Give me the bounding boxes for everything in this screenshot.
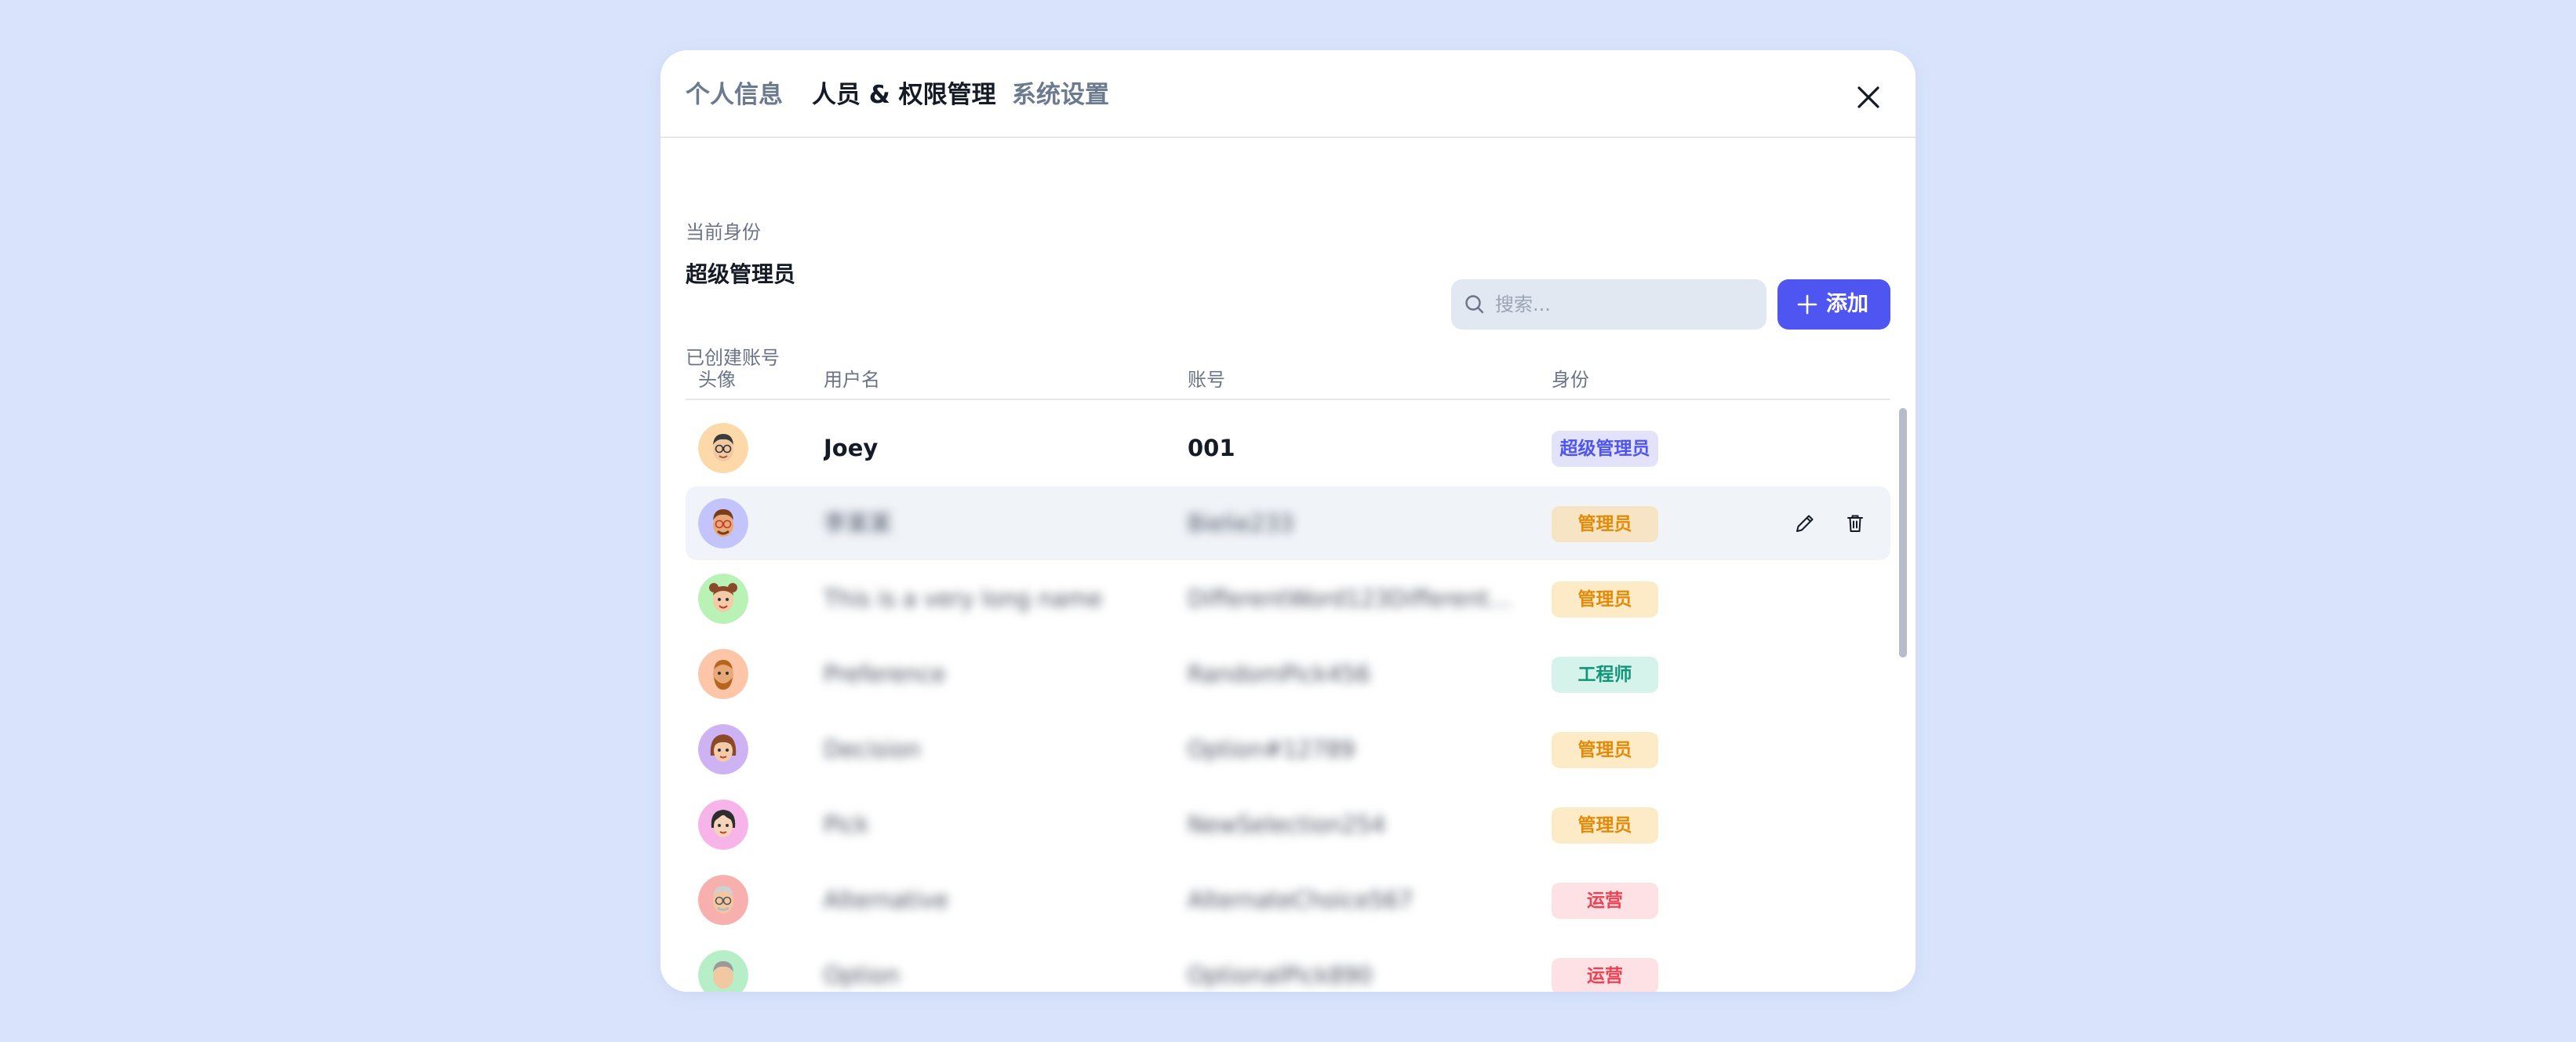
tab-bar: 个人信息 人员 & 权限管理 系统设置: [660, 50, 1916, 138]
avatar: [698, 950, 748, 992]
table-row[interactable]: Alternative AlternateChoice567 运营: [686, 863, 1890, 937]
account-id: DifferentWord123DifferentWord: [1188, 585, 1525, 612]
avatar: [698, 649, 748, 699]
account-id: AlternateChoice567: [1188, 887, 1414, 913]
role-badge: 运营: [1552, 958, 1658, 992]
username: This is a very long name: [824, 585, 1103, 612]
edit-button[interactable]: [1792, 510, 1818, 537]
username: Preference: [824, 661, 946, 687]
role-badge: 超级管理员: [1552, 431, 1658, 467]
account-id: Bielie233: [1188, 510, 1294, 537]
role-badge: 管理员: [1552, 732, 1658, 768]
scrollbar-thumb[interactable]: [1899, 408, 1907, 658]
table-row[interactable]: 李某某 Bielie233 管理员: [686, 486, 1890, 560]
account-id: 001: [1188, 435, 1235, 461]
avatar: [698, 574, 748, 624]
column-avatar: 头像: [698, 369, 736, 391]
current-role-label: 当前身份: [686, 221, 761, 243]
username: Alternative: [824, 887, 949, 913]
avatar-memoji-icon: [698, 423, 748, 473]
avatar-memoji-icon: [698, 875, 748, 925]
account-id: OptionalPick890: [1188, 962, 1373, 989]
tab-personal-info[interactable]: 个人信息: [686, 75, 783, 115]
table-row[interactable]: Preference RandomPick456 工程师: [686, 637, 1890, 711]
search-input[interactable]: [1495, 279, 1754, 330]
column-role: 身份: [1552, 369, 1589, 391]
table-row[interactable]: Decision Option#12789 管理员: [686, 712, 1890, 786]
username: Decision: [824, 736, 921, 763]
search-box[interactable]: [1451, 279, 1766, 330]
column-username: 用户名: [824, 369, 880, 391]
role-badge: 管理员: [1552, 581, 1658, 618]
current-role-value: 超级管理员: [686, 261, 796, 287]
username: Option: [824, 962, 900, 989]
role-badge: 管理员: [1552, 807, 1658, 843]
table-scrollbar[interactable]: [1897, 403, 1909, 662]
account-id: Option#12789: [1188, 736, 1355, 763]
search-icon: [1465, 295, 1484, 314]
account-id: NewSelection254: [1188, 811, 1386, 838]
account-table-body: Joey 001 超级管理员 李某某 Bielie233 管理员 This is…: [686, 411, 1890, 992]
add-button-label: 添加: [1826, 292, 1868, 316]
table-row[interactable]: Option OptionalPick890 运营: [686, 938, 1890, 992]
table-row[interactable]: This is a very long name DifferentWord12…: [686, 562, 1890, 636]
tab-system-settings[interactable]: 系统设置: [1012, 75, 1109, 115]
avatar-memoji-icon: [698, 724, 748, 774]
role-badge: 管理员: [1552, 506, 1658, 542]
avatar-memoji-icon: [698, 649, 748, 699]
username: Pick: [824, 811, 869, 838]
table-header: 头像 用户名 账号 身份: [686, 353, 1890, 400]
role-badge: 工程师: [1552, 657, 1658, 693]
table-row[interactable]: Pick NewSelection254 管理员: [686, 788, 1890, 862]
avatar-memoji-icon: [698, 498, 748, 548]
close-button[interactable]: [1850, 78, 1887, 116]
username: 李某某: [824, 510, 893, 537]
close-icon: [1857, 86, 1879, 108]
role-badge: 运营: [1552, 883, 1658, 919]
column-account: 账号: [1188, 369, 1225, 391]
account-id: RandomPick456: [1188, 661, 1371, 687]
avatar: [698, 423, 748, 473]
trash-icon: [1847, 515, 1863, 532]
pencil-icon: [1796, 515, 1814, 532]
add-button[interactable]: 添加: [1777, 279, 1890, 330]
table-row[interactable]: Joey 001 超级管理员: [686, 411, 1890, 485]
avatar-memoji-icon: [698, 800, 748, 850]
avatar: [698, 498, 748, 548]
avatar-memoji-icon: [698, 574, 748, 624]
avatar: [698, 875, 748, 925]
settings-modal: 个人信息 人员 & 权限管理 系统设置 当前身份 超级管理员 已创建账号 添加 …: [660, 50, 1916, 992]
avatar-memoji-icon: [698, 950, 748, 992]
plus-icon: [1797, 294, 1817, 315]
username: Joey: [824, 435, 879, 461]
avatar: [698, 724, 748, 774]
tab-people-permissions[interactable]: 人员 & 权限管理: [812, 75, 996, 115]
avatar: [698, 800, 748, 850]
delete-button[interactable]: [1842, 510, 1868, 537]
